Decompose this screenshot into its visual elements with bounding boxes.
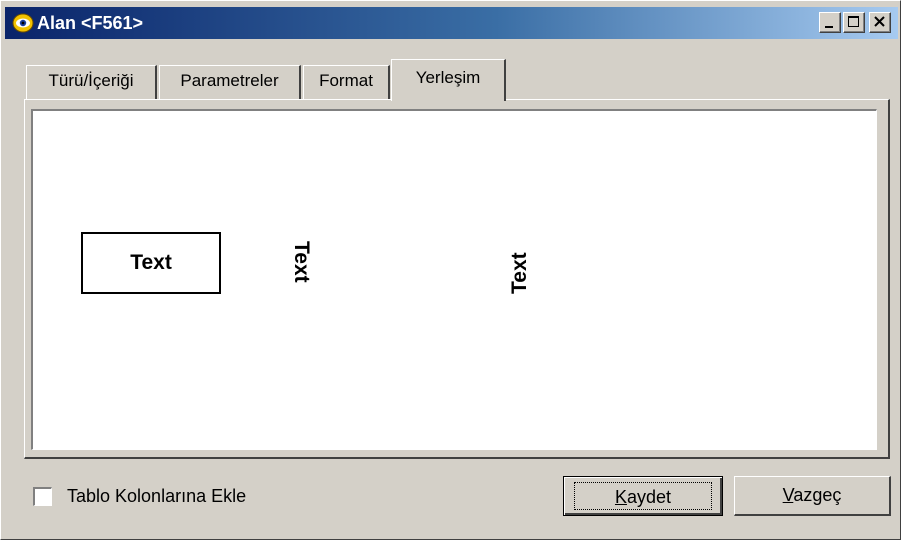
save-accelerator: K — [614, 487, 627, 507]
cancel-button[interactable]: Vazgeç — [734, 476, 891, 516]
tab-label: Yerleşim — [415, 68, 481, 87]
tab-label: Format — [319, 71, 373, 90]
close-button[interactable] — [869, 12, 891, 33]
maximize-button[interactable] — [843, 12, 865, 33]
dialog-window: Alan <F561> Türü/İçeriği Parametreler Fo… — [0, 0, 901, 540]
save-label: aydet — [626, 487, 672, 507]
tab-turu-icerigi[interactable]: Türü/İçeriği — [26, 65, 157, 99]
minimize-icon — [825, 26, 833, 28]
maximize-icon — [848, 16, 859, 27]
cancel-accelerator: V — [782, 485, 794, 505]
tab-format[interactable]: Format — [303, 65, 390, 99]
close-icon — [874, 16, 885, 27]
title-bar[interactable]: Alan <F561> — [5, 7, 898, 39]
tab-label: Parametreler — [180, 71, 279, 90]
save-button[interactable]: Kaydet — [563, 476, 723, 516]
tab-parametreler[interactable]: Parametreler — [159, 65, 301, 99]
tab-yerlesim[interactable]: Yerleşim — [391, 59, 506, 101]
layout-preview-canvas: Text Text Text — [31, 109, 877, 450]
tab-label: Türü/İçeriği — [48, 71, 134, 90]
cancel-label: azgeç — [793, 485, 842, 505]
minimize-button[interactable] — [819, 12, 841, 33]
add-to-table-columns-label[interactable]: Tablo Kolonlarına Ekle — [67, 486, 246, 507]
horizontal-text-option[interactable]: Text — [81, 232, 221, 294]
window-title: Alan <F561> — [37, 13, 144, 33]
add-to-table-columns-checkbox[interactable] — [33, 487, 52, 506]
app-eye-icon — [12, 13, 34, 33]
vertical-up-text: Text — [508, 252, 531, 294]
vertical-down-text: Text — [290, 241, 313, 283]
focus-rect: Kaydet — [574, 482, 712, 510]
